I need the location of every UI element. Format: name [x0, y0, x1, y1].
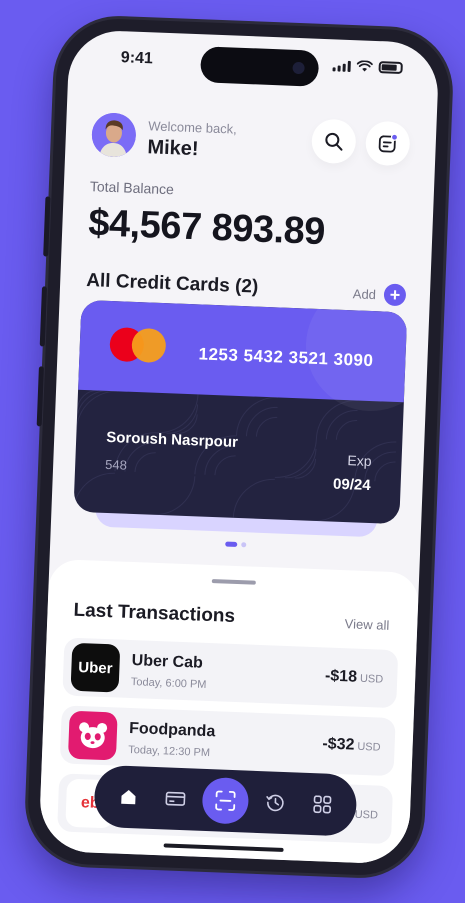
card-exp-value: 09/24	[332, 475, 371, 495]
status-bar: 9:41	[68, 29, 440, 95]
welcome-text: Welcome back,	[147, 118, 238, 137]
credit-card[interactable]: 1253 5432 3521 3090 Soroush Nasrpour 548…	[73, 299, 408, 525]
card-bottom-band: Soroush Nasrpour 548 Exp 09/24	[73, 390, 403, 524]
mastercard-logo	[109, 326, 167, 364]
status-time: 9:41	[120, 49, 154, 68]
user-portrait	[91, 112, 137, 158]
search-icon	[325, 132, 343, 151]
uber-logo: Uber	[70, 642, 121, 693]
card-cvv: 548	[104, 456, 128, 473]
bottom-tab-bar	[93, 764, 358, 837]
uber-logo-text: Uber	[78, 658, 113, 677]
stage: 9:41 Welcome back, Mike! Total Balance $…	[0, 0, 465, 903]
amount-currency: USD	[354, 808, 379, 822]
transaction-name: Uber Cab	[131, 652, 204, 672]
amount-value: -$32	[322, 735, 355, 754]
tab-cards[interactable]	[154, 778, 196, 820]
transaction-time: Today, 6:00 PM	[130, 676, 207, 691]
card-number: 1253 5432 3521 3090	[198, 344, 374, 371]
amount-currency: USD	[357, 740, 381, 754]
notification-icon	[378, 133, 399, 153]
balance-amount: $4,567 893.89	[87, 202, 326, 254]
cards-section-title: All Credit Cards (2)	[85, 270, 259, 298]
avatar[interactable]	[91, 112, 137, 158]
view-all-link[interactable]: View all	[344, 616, 389, 633]
page-dot-active	[224, 541, 237, 547]
grid-icon	[313, 795, 332, 814]
phone-frame: 9:41 Welcome back, Mike! Total Balance $…	[25, 16, 453, 878]
card-top-band: 1253 5432 3521 3090	[78, 299, 408, 403]
amount-currency: USD	[359, 672, 384, 686]
transaction-row[interactable]: Uber Uber Cab Today, 6:00 PM -$18 USD	[62, 637, 399, 709]
amount-value: -$18	[324, 667, 358, 686]
home-icon	[120, 790, 136, 805]
transaction-amount: -$32 USD	[322, 735, 381, 755]
history-icon	[266, 794, 284, 812]
signal-icon	[332, 60, 351, 73]
transaction-name: Foodpanda	[128, 719, 216, 741]
tab-more[interactable]	[302, 784, 344, 826]
battery-icon	[378, 61, 403, 74]
panda-icon	[79, 722, 108, 749]
app-screen: 9:41 Welcome back, Mike! Total Balance $…	[38, 29, 440, 865]
card-exp-label: Exp	[347, 452, 372, 470]
sheet-grabber[interactable]	[211, 579, 256, 585]
tab-home[interactable]	[107, 776, 149, 818]
page-dot	[240, 542, 246, 548]
transaction-amount: -$18 USD	[325, 667, 384, 687]
tab-scan[interactable]	[201, 776, 250, 825]
user-name: Mike!	[147, 136, 199, 161]
search-button[interactable]	[310, 118, 357, 165]
dynamic-island	[199, 46, 320, 87]
transaction-time: Today, 12:30 PM	[128, 743, 211, 760]
notification-button[interactable]	[364, 120, 411, 167]
add-card-button[interactable]: Add +	[352, 282, 407, 307]
card-icon	[165, 791, 186, 806]
header: Welcome back, Mike!	[91, 108, 411, 170]
transaction-row[interactable]: Foodpanda Today, 12:30 PM -$32 USD	[59, 705, 396, 777]
card-page-indicator[interactable]	[50, 535, 420, 554]
status-icons	[332, 59, 403, 74]
wifi-icon	[356, 60, 373, 72]
add-card-label: Add	[352, 285, 377, 302]
foodpanda-logo	[67, 710, 118, 761]
scan-icon	[215, 790, 236, 811]
plus-icon: +	[383, 283, 407, 307]
balance-label: Total Balance	[89, 178, 175, 198]
transactions-title: Last Transactions	[73, 599, 236, 627]
tab-history[interactable]	[255, 782, 297, 824]
